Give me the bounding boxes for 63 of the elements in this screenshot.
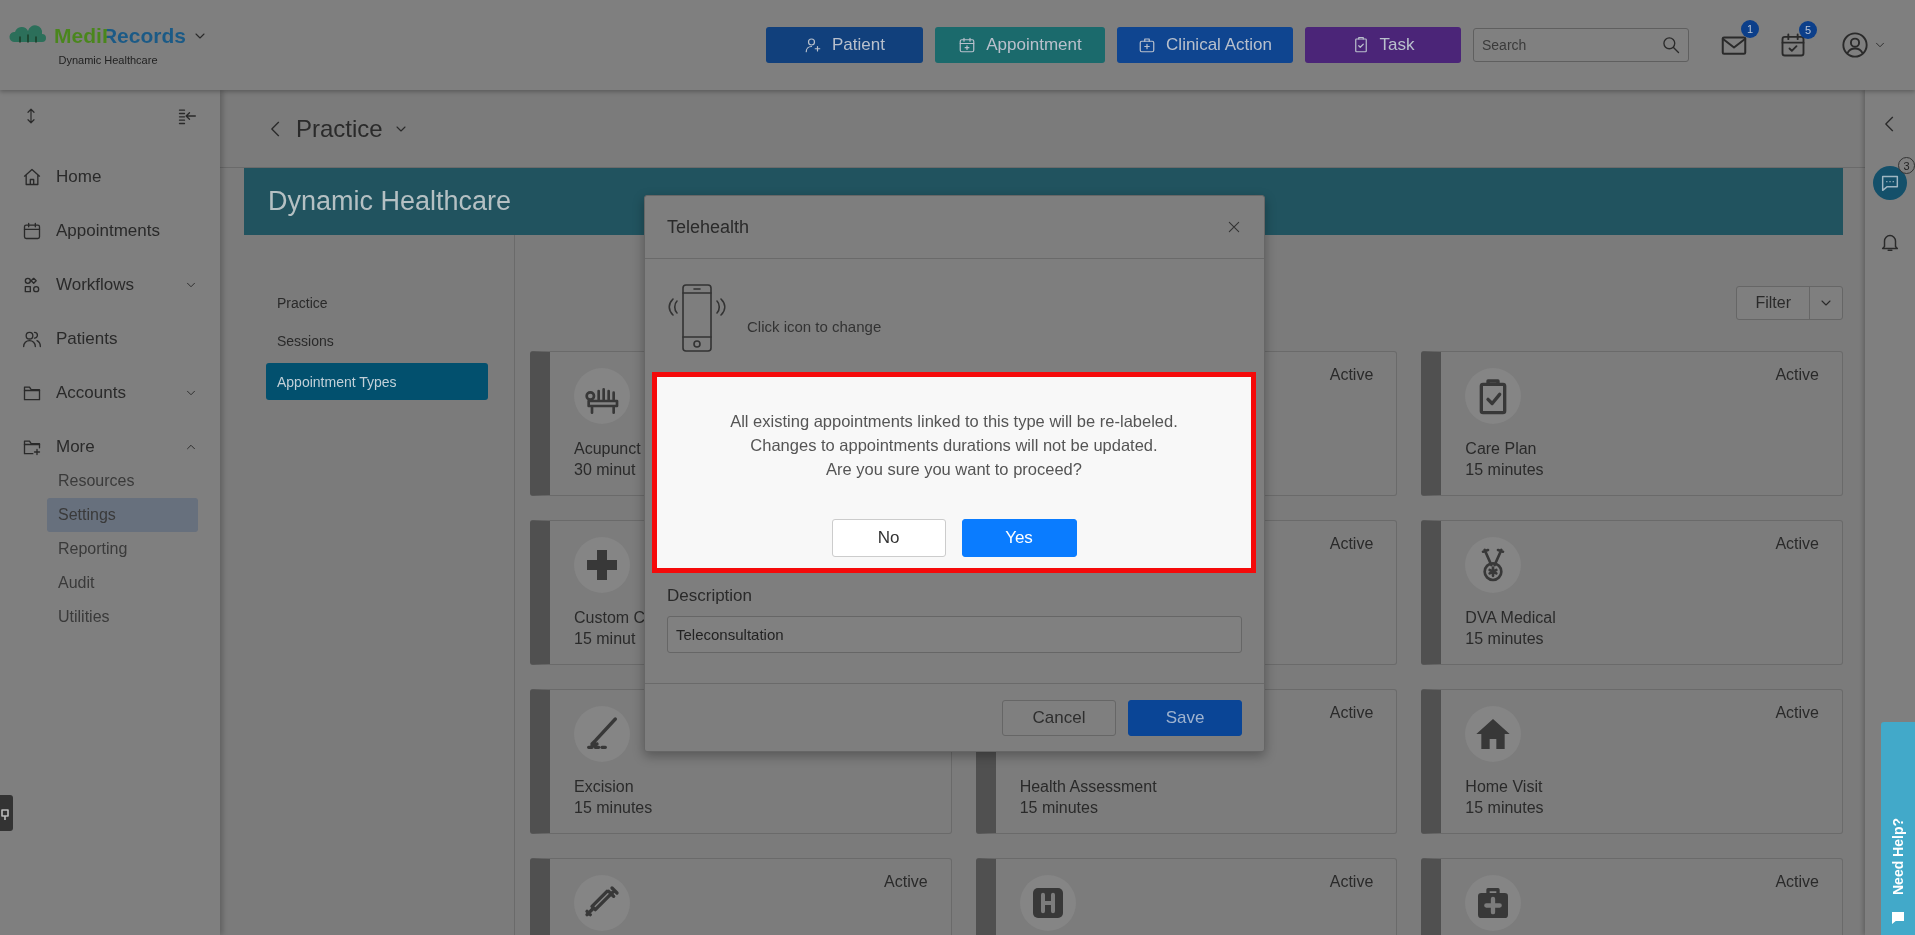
appointment-duration: 30 minut: [574, 460, 636, 480]
appointment-type-name: Acupunct: [574, 439, 641, 459]
appointment-type-name: Excision: [574, 777, 634, 797]
notification-badge: 1: [1741, 20, 1759, 38]
quick-action-button[interactable]: Patient: [766, 27, 923, 63]
save-button[interactable]: Save: [1128, 699, 1242, 736]
status-label: Active: [884, 873, 928, 891]
settings-nav-item[interactable]: Appointment Types: [266, 363, 488, 400]
notification-badge: 3: [1898, 157, 1915, 174]
nav-subitem[interactable]: Utilities: [47, 600, 198, 634]
appointment-type-name: DVA Medical: [1465, 608, 1556, 628]
status-label: Active: [1775, 704, 1819, 722]
nav-subitem[interactable]: Settings: [47, 498, 198, 532]
nav-item[interactable]: Patients: [0, 312, 220, 366]
quick-action-button[interactable]: Task: [1305, 27, 1461, 63]
page-title[interactable]: Practice: [296, 114, 383, 143]
appointment-type-name: Health Assessment: [1019, 777, 1157, 797]
status-label: Active: [1329, 366, 1374, 384]
nav-item[interactable]: Workflows: [0, 258, 220, 312]
help-tab[interactable]: Need Help?: [1881, 722, 1915, 935]
field-label: Description: [667, 586, 754, 606]
description-field[interactable]: Teleconsultation: [667, 616, 1242, 653]
appointment-duration: 15 minutes: [1465, 629, 1544, 649]
no-button[interactable]: No: [831, 519, 946, 557]
appointment-duration: 15 minut: [574, 629, 636, 649]
nav-item[interactable]: Appointments: [0, 204, 220, 258]
appointment-type-name: Care Plan: [1465, 439, 1537, 459]
search-field[interactable]: Search: [1473, 28, 1689, 62]
status-label: Active: [1329, 704, 1374, 722]
status-label: Active: [1775, 366, 1819, 384]
appointment-duration: 15 minutes: [1465, 460, 1544, 480]
status-label: Active: [1775, 535, 1819, 553]
status-label: Active: [1329, 535, 1374, 553]
appointment-type-name: Home Visit: [1465, 777, 1543, 797]
dialog-title: Telehealth: [667, 216, 750, 238]
practice-banner-title: Dynamic Healthcare: [268, 186, 512, 217]
appointment-type-card[interactable]: Active: [530, 858, 952, 935]
appointment-duration: 15 minutes: [1019, 798, 1098, 818]
appointment-type-card[interactable]: Active: [975, 858, 1398, 935]
confirmation-message: All existing appointments linked to this type will be re-labeled. Changes to appointments durations will not be updated. Are you sure you want to proceed?: [730, 411, 1178, 480]
status-label: Active: [1329, 873, 1374, 891]
hint-text: Click icon to change: [747, 317, 882, 335]
nav-item[interactable]: Home: [0, 150, 220, 204]
appointment-type-card[interactable]: DVA Medical 15 minutes Active: [1421, 520, 1843, 665]
appointment-duration: 15 minutes: [574, 798, 653, 818]
appointment-type-card[interactable]: Home Visit 15 minutes Active: [1421, 689, 1843, 834]
cancel-button[interactable]: Cancel: [1002, 699, 1116, 736]
filter-button[interactable]: Filter: [1736, 286, 1843, 320]
appointment-duration: 15 minutes: [1465, 798, 1544, 818]
nav-item[interactable]: Accounts: [0, 366, 220, 420]
nav-subitem[interactable]: Reporting: [47, 532, 198, 566]
quick-action-button[interactable]: Appointment: [935, 27, 1105, 63]
notification-badge: 5: [1799, 21, 1817, 39]
settings-nav-item[interactable]: Practice: [266, 287, 488, 319]
nav-subitem[interactable]: Audit: [47, 566, 198, 600]
status-label: Active: [1775, 873, 1819, 891]
practice-name: Dynamic Healthcare: [58, 54, 158, 66]
yes-button[interactable]: Yes: [961, 519, 1077, 557]
appointment-type-card[interactable]: Care Plan 15 minutes Active: [1421, 351, 1843, 496]
settings-nav-item[interactable]: Sessions: [266, 325, 488, 357]
appointment-type-card[interactable]: Active: [1421, 858, 1843, 935]
appointment-type-name: Custom C: [574, 608, 646, 628]
quick-action-button[interactable]: Clinical Action: [1117, 27, 1293, 63]
